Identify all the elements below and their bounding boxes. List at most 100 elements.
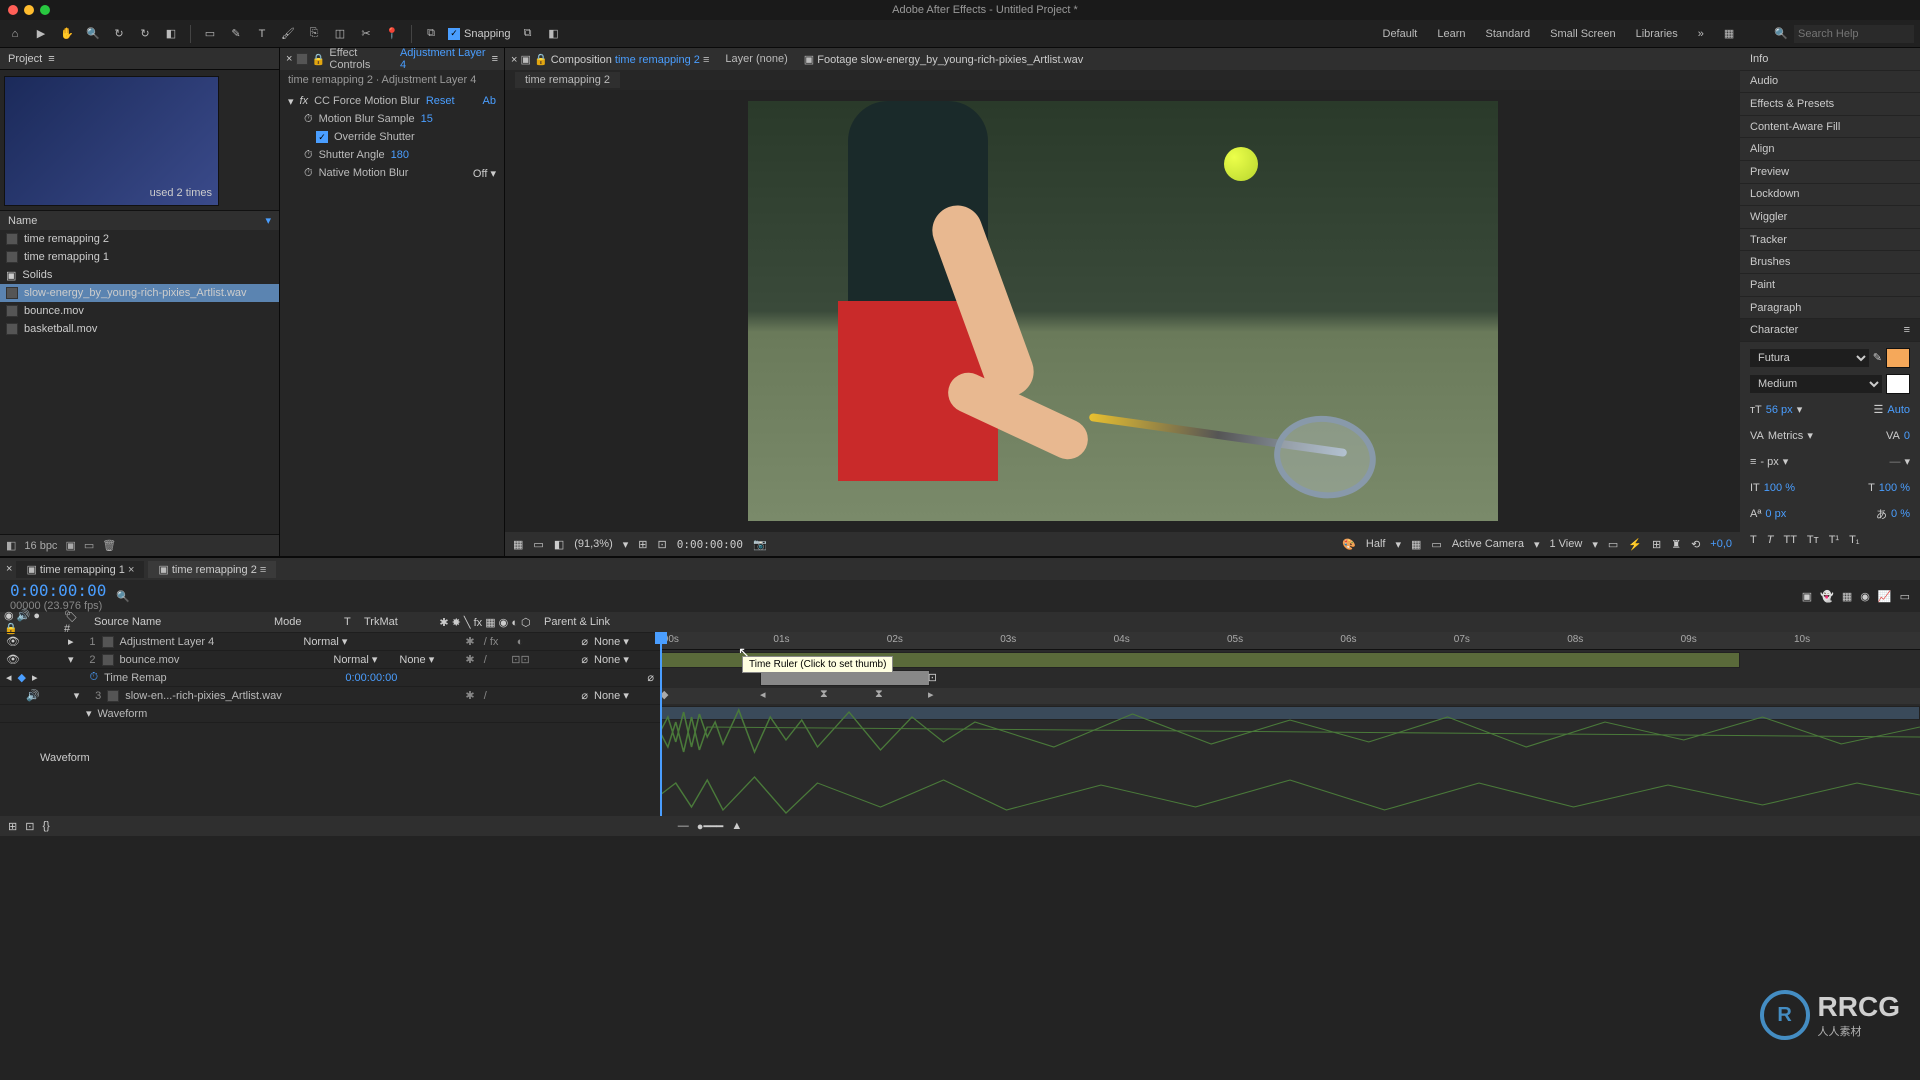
fill-color-swatch[interactable] [1886,348,1910,368]
panel-brushes[interactable]: Brushes [1740,251,1920,274]
pixel-aspect-icon[interactable]: ▭ [1608,538,1618,551]
time-ruler[interactable]: :00s 01s 02s 03s 04s 05s 06s 07s 08s 09s… [660,632,1920,650]
toggle-modes-icon[interactable]: ⊡ [25,820,34,833]
close-tab-icon[interactable]: × [6,563,12,575]
panel-wiggler[interactable]: Wiggler [1740,206,1920,229]
parent-select[interactable]: None ▾ [594,653,654,666]
home-icon[interactable]: ⌂ [6,25,24,43]
workspace-standard[interactable]: Standard [1486,28,1531,40]
layer-row[interactable]: 👁 ▾ 2 bounce.mov Normal ▾ None ▾ ✱ / ⊡⊡ … [0,650,660,668]
dd-icon[interactable]: ▾ [1904,455,1910,468]
snapping-toggle[interactable]: ✓ Snapping [448,28,511,40]
zoom-tool-icon[interactable]: 🔍 [84,25,102,43]
roto-tool-icon[interactable]: ✂ [357,25,375,43]
snap-extra-icon[interactable]: ⧉ [519,25,537,43]
delete-icon[interactable]: 🗑 [102,539,116,552]
comp-mini-icon[interactable]: ▣ [1802,590,1812,603]
diamond-icon[interactable]: ◆ [18,671,26,684]
col-source-name[interactable]: Source Name [90,616,270,628]
rectangle-tool-icon[interactable]: ▭ [201,25,219,43]
viewer-tab-footage[interactable]: ▣ Footage slow-energy_by_young-rich-pixi… [804,53,1083,66]
res-dropdown-icon[interactable]: ▾ [1395,538,1401,551]
ruler-icon[interactable]: ⊞ [638,538,647,551]
kerning-value[interactable]: Metrics [1768,430,1803,442]
color-mgmt-icon[interactable]: 🎨 [1342,538,1356,551]
superscript-icon[interactable]: T¹ [1829,534,1839,546]
tsume-value[interactable]: 0 % [1891,508,1910,520]
orbit-tool-icon[interactable]: ↻ [110,25,128,43]
panel-info[interactable]: Info [1740,48,1920,71]
keyframe-nav-prev-icon[interactable]: ◂ [6,671,12,684]
panel-audio[interactable]: Audio [1740,71,1920,94]
stroke-color-swatch[interactable] [1886,374,1910,394]
toggle-mask-icon[interactable]: ▭ [533,538,543,551]
panel-paint[interactable]: Paint [1740,274,1920,297]
fast-preview-icon[interactable]: ⚡ [1628,538,1642,551]
selection-tool-icon[interactable]: ▶ [32,25,50,43]
property-row[interactable]: ◂ ◆ ▸ ⏱ Time Remap 0:00:00:00 ⌀ [0,668,660,686]
snap-icon[interactable]: ⧉ [422,25,440,43]
font-family-select[interactable]: Futura [1750,349,1869,367]
eye-icon[interactable]: 👁 [6,653,20,666]
dd-icon[interactable]: ▾ [1807,429,1813,442]
ec-prop-value[interactable]: 15 [421,113,433,125]
pickwhip-icon[interactable]: ⌀ [581,689,588,702]
col-sort-icon[interactable]: ▾ [265,214,271,227]
col-mode[interactable]: Mode [270,616,340,628]
effect-controls-tab[interactable]: × 🔒 Effect Controls Adjustment Layer 4 ≡ [280,48,504,70]
project-item[interactable]: basketball.mov [0,320,279,338]
panel-align[interactable]: Align [1740,138,1920,161]
workspace-learn[interactable]: Learn [1437,28,1465,40]
timecode-display[interactable]: 0:00:00:00 [10,581,106,600]
effect-reset[interactable]: Reset [426,95,455,107]
bpc-toggle[interactable]: 16 bpc [24,540,57,552]
guides-icon[interactable]: ⊡ [658,538,667,551]
project-item[interactable]: slow-energy_by_young-rich-pixies_Artlist… [0,284,279,302]
viewer-subtab-label[interactable]: time remapping 2 [515,72,620,88]
panel-menu-icon[interactable]: ≡ [492,53,498,65]
search-icon[interactable]: 🔍 [116,590,130,603]
transparency-icon[interactable]: ▦ [1411,538,1421,551]
faux-italic-icon[interactable]: T [1767,534,1774,546]
layer-name[interactable]: slow-en...-rich-pixies_Artlist.wav [125,690,293,702]
project-item[interactable]: time remapping 1 [0,248,279,266]
tracking-value[interactable]: 0 [1904,430,1910,442]
stopwatch-icon[interactable]: ⏱ [304,113,313,126]
3d-view-icon[interactable]: ▭ [1431,538,1441,551]
font-weight-select[interactable]: Medium [1750,375,1882,393]
brush-tool-icon[interactable]: 🖌 [279,25,297,43]
magnification[interactable]: (91,3%) [574,538,613,550]
workspace-more-icon[interactable]: » [1698,28,1704,40]
twirl-open-icon[interactable]: ▾ [68,653,74,666]
panel-menu-icon[interactable]: ≡ [1904,324,1910,336]
exposure-value[interactable]: +0,0 [1710,538,1732,550]
camera-select[interactable]: Active Camera [1452,538,1524,550]
clone-tool-icon[interactable]: ⎘ [305,25,323,43]
stopwatch-icon[interactable]: ⏱ [304,167,313,180]
blend-mode[interactable]: Normal ▾ [333,653,393,666]
snapshot-icon[interactable]: 📷 [753,538,767,551]
eyedropper-icon[interactable]: ✎ [1873,351,1882,364]
resolution-select[interactable]: Half [1366,538,1386,550]
col-trkmat[interactable]: TrkMat [360,616,430,628]
panel-menu-icon[interactable]: ≡ [48,53,54,65]
camera-tool-icon[interactable]: ◧ [162,25,180,43]
ec-prop-dropdown[interactable]: Off ▾ [473,167,496,180]
project-tab[interactable]: Project ≡ [0,48,279,70]
font-size-value[interactable]: 56 px [1766,404,1793,416]
workspace-smallscreen[interactable]: Small Screen [1550,28,1615,40]
snap-extra2-icon[interactable]: ◧ [545,25,563,43]
view-count[interactable]: 1 View [1550,538,1583,550]
playhead[interactable] [660,632,662,816]
zoom-window-icon[interactable] [40,5,50,15]
text-tool-icon[interactable]: T [253,25,271,43]
project-item[interactable]: bounce.mov [0,302,279,320]
vscale-value[interactable]: 100 % [1764,482,1795,494]
eye-icon[interactable]: 👁 [6,635,20,648]
region-icon[interactable]: ◧ [554,538,564,551]
search-help-input[interactable] [1794,25,1914,43]
pen-tool-icon[interactable]: ✎ [227,25,245,43]
twirl-icon[interactable]: ▸ [68,635,74,648]
timeline-tab[interactable]: ▣ time remapping 1 × [16,561,144,578]
effect-header[interactable]: ▾ fx CC Force Motion Blur Reset Ab [288,92,496,110]
